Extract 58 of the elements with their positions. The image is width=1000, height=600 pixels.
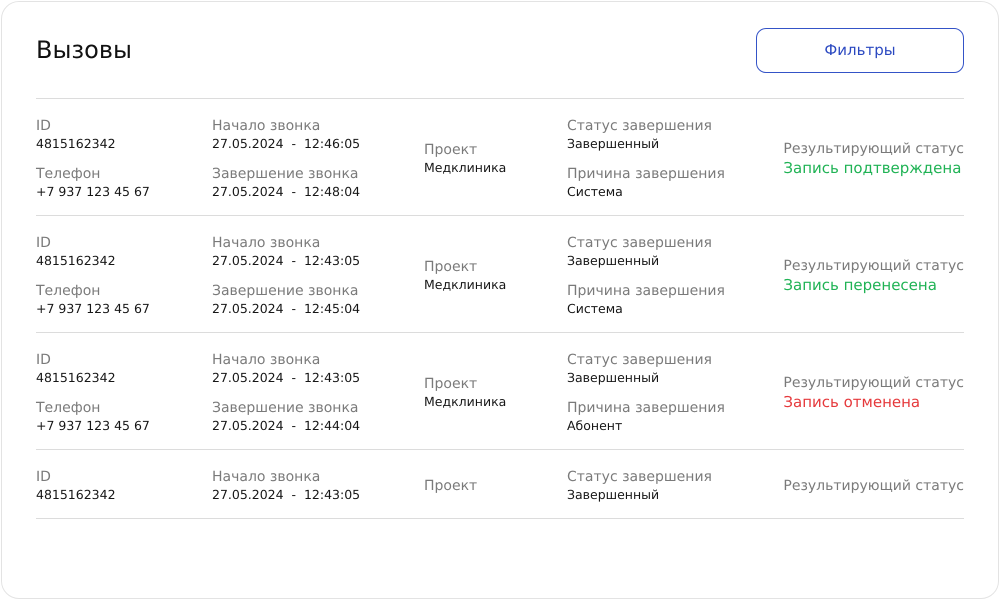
field-label: Телефон xyxy=(36,283,102,299)
field-value: +7 937 123 45 67 xyxy=(36,418,151,433)
field-value: Медклиника xyxy=(424,277,508,292)
field-value: Система xyxy=(567,301,624,316)
field-label: Результирующий статус xyxy=(783,478,964,494)
field-value: Завершенный xyxy=(567,487,660,502)
field-label: ID xyxy=(36,235,52,251)
field-label: Завершение звонка xyxy=(212,283,360,299)
page-title: Вызовы xyxy=(36,36,132,64)
field-label: Завершение звонка xyxy=(212,400,360,416)
field-label: Причина завершения xyxy=(567,400,726,416)
field-value: 27.05.2024 - 12:43:05 xyxy=(212,370,362,385)
field-value: Медклиника xyxy=(424,160,508,175)
field-label: Результирующий статус xyxy=(783,258,964,274)
field-label: ID xyxy=(36,469,52,485)
field-label: Начало звонка xyxy=(212,235,322,251)
field-value: Завершенный xyxy=(567,253,660,268)
field-value: 27.05.2024 - 12:43:05 xyxy=(212,487,362,502)
field-value: +7 937 123 45 67 xyxy=(36,301,151,316)
field-value: 4815162342 xyxy=(36,136,117,151)
field-label: Проект xyxy=(424,259,478,275)
field-value: 4815162342 xyxy=(36,487,117,502)
field-value: Система xyxy=(567,184,624,199)
field-label: Телефон xyxy=(36,166,102,182)
field-value: 4815162342 xyxy=(36,370,117,385)
field-label: Телефон xyxy=(36,400,102,416)
result-status: Запись перенесена xyxy=(783,276,938,294)
field-label: Завершение звонка xyxy=(212,166,360,182)
result-status: Запись отменена xyxy=(783,392,922,410)
field-label: Проект xyxy=(424,376,478,392)
field-label: Результирующий статус xyxy=(783,374,964,390)
field-label: ID xyxy=(36,118,52,134)
field-value: 27.05.2024 - 12:45:04 xyxy=(212,301,362,316)
filters-button[interactable]: Фильтры xyxy=(756,28,964,72)
field-label: Начало звонка xyxy=(212,469,322,485)
field-value: +7 937 123 45 67 xyxy=(36,184,151,199)
field-value: 27.05.2024 - 12:48:04 xyxy=(212,184,362,199)
field-value: 27.05.2024 - 12:44:04 xyxy=(212,418,362,433)
field-label: ID xyxy=(36,352,52,368)
field-value: 4815162342 xyxy=(36,253,117,268)
result-status: Запись подтверждена xyxy=(783,158,962,176)
field-label: Статус завершения xyxy=(567,235,713,251)
field-label: Статус завершения xyxy=(567,352,713,368)
field-label: Начало звонка xyxy=(212,118,322,134)
field-label: Причина завершения xyxy=(567,283,726,299)
field-label: Статус завершения xyxy=(567,118,713,134)
field-value: Медклиника xyxy=(424,394,508,409)
field-label: Начало звонка xyxy=(212,352,322,368)
field-label: Проект xyxy=(424,142,478,158)
field-value: 27.05.2024 - 12:46:05 xyxy=(212,136,362,151)
field-value: Завершенный xyxy=(567,136,660,151)
field-label: Причина завершения xyxy=(567,166,726,182)
field-label: Проект xyxy=(424,478,478,494)
field-value: Абонент xyxy=(567,418,624,433)
field-label: Результирующий статус xyxy=(783,140,964,156)
field-label: Статус завершения xyxy=(567,469,713,485)
field-value: Завершенный xyxy=(567,370,660,385)
field-value: 27.05.2024 - 12:43:05 xyxy=(212,253,362,268)
